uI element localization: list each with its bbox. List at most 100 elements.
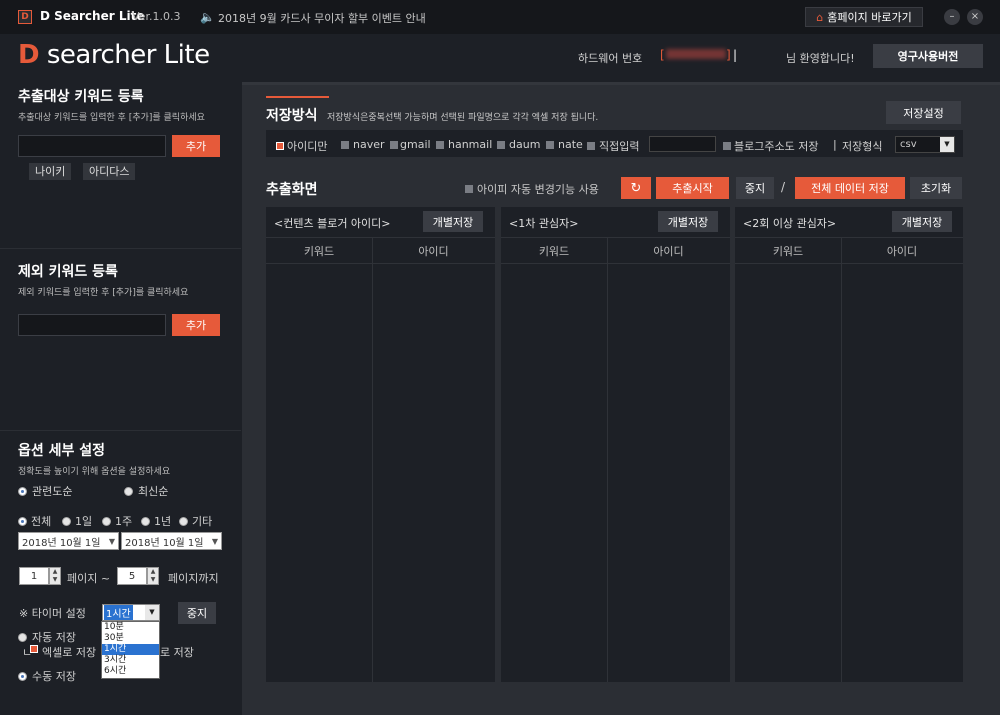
date-to-select[interactable]: 2018년 10월 1일 ▼ — [121, 532, 222, 550]
id-only-checkbox[interactable]: 아이디만 — [276, 138, 327, 154]
app-logo: D searcher Lite — [18, 40, 210, 70]
column-header-keyword: 키워드 — [735, 237, 841, 264]
direct-input-field[interactable] — [649, 136, 716, 152]
page-to-stepper[interactable]: ▲ ▼ — [147, 567, 159, 585]
naver-checkbox[interactable]: naver — [341, 138, 385, 151]
username-value — [738, 49, 780, 63]
page-from-stepper[interactable]: ▲ ▼ — [49, 567, 61, 585]
format-select[interactable]: csv ▼ — [895, 136, 955, 153]
blog-address-checkbox[interactable]: 블로그주소도 저장 — [723, 138, 818, 154]
hardware-number-label: 하드웨어 번호 — [578, 52, 643, 65]
period-1year-radio[interactable]: 1년 — [141, 513, 171, 529]
save-all-button[interactable]: 전체 데이터 저장 — [795, 177, 905, 199]
individual-save-button[interactable]: 개별저장 — [423, 211, 483, 232]
slash-separator: / — [781, 180, 786, 194]
bracket-close: ] — [726, 48, 731, 62]
column-label: <컨텐츠 블로거 아이디> — [274, 217, 391, 230]
timer-option[interactable]: 3시간 — [102, 655, 159, 666]
house-icon: ⌂ — [816, 10, 824, 24]
hardware-number-value — [660, 49, 732, 63]
section-underline — [266, 96, 329, 98]
chevron-down-icon: ▼ — [940, 137, 954, 152]
timer-option[interactable]: 10분 — [102, 622, 159, 633]
gmail-checkbox[interactable]: gmail — [390, 138, 431, 151]
period-1week-radio[interactable]: 1주 — [102, 513, 132, 529]
keyword-add-button[interactable]: 추가 — [172, 135, 220, 157]
sort-latest-radio[interactable]: 최신순 — [124, 483, 168, 499]
direct-input-checkbox[interactable]: 직접입력 — [587, 138, 639, 154]
hanmail-checkbox[interactable]: hanmail — [436, 138, 492, 151]
individual-save-button[interactable]: 개별저장 — [892, 211, 952, 232]
reset-button[interactable]: 초기화 — [910, 177, 962, 199]
refresh-icon: ↻ — [630, 180, 642, 196]
auto-ip-checkbox[interactable] — [465, 183, 473, 196]
chevron-down-icon: ▼ — [108, 536, 116, 546]
keyword-tag[interactable]: 아디다스 — [83, 163, 136, 180]
timer-select[interactable]: 1시간 ▼ — [102, 604, 160, 621]
welcome-text: 님 환영합니다! — [786, 52, 855, 65]
keyword-register-title: 추출대상 키워드 등록 — [18, 89, 144, 105]
page-from-input[interactable]: 1 — [19, 567, 49, 585]
exclude-register-desc: 제외 키워드를 입력한 후 [추가]를 클릭하세요 — [18, 288, 189, 298]
notice-link[interactable]: 2018년 9월 카드사 무이자 할부 이벤트 안내 — [218, 10, 426, 26]
save-settings-button[interactable]: 저장설정 — [886, 101, 961, 124]
timer-stop-button[interactable]: 중지 — [178, 602, 216, 624]
column-label: <2회 이상 관심자> — [743, 217, 837, 230]
main-panel-top — [242, 82, 1000, 85]
exclude-add-button[interactable]: 추가 — [172, 314, 220, 336]
column-blogger-ids: <컨텐츠 블로거 아이디> 개별저장 키워드 아이디 — [266, 207, 495, 682]
timer-option[interactable]: 6시간 — [102, 666, 159, 677]
exclude-register-title: 제외 키워드 등록 — [18, 264, 118, 280]
timer-option[interactable]: 1시간 — [102, 644, 159, 655]
excel-save-tail: 로 저장 — [160, 646, 194, 659]
chevron-down-icon: ▼ — [145, 605, 159, 620]
period-all-radio[interactable]: 전체 — [18, 513, 51, 529]
speaker-icon: 🔈 — [200, 10, 215, 24]
divider — [0, 248, 241, 249]
page-to-input[interactable]: 5 — [117, 567, 147, 585]
period-other-radio[interactable]: 기타 — [179, 513, 212, 529]
manual-save-radio[interactable]: 수동 저장 — [18, 668, 76, 684]
column-first-interest: <1차 관심자> 개별저장 키워드 아이디 — [501, 207, 730, 682]
page-label: 페이지 ~ — [67, 572, 111, 585]
options-title: 옵션 세부 설정 — [18, 443, 106, 459]
options-desc: 정확도를 높이기 위해 옵션을 설정하세요 — [18, 467, 171, 477]
page-to-label: 페이지까지 — [168, 572, 219, 585]
app-version: Ver.1.0.3 — [132, 10, 181, 23]
stop-extract-button[interactable]: 중지 — [736, 177, 774, 199]
close-button[interactable]: × — [967, 9, 983, 25]
app-icon: D — [18, 10, 32, 24]
exclude-input[interactable] — [18, 314, 166, 336]
refresh-button[interactable]: ↻ — [621, 177, 651, 199]
keyword-register-desc: 추출대상 키워드를 입력한 후 [추가]를 클릭하세요 — [18, 113, 205, 123]
individual-save-button[interactable]: 개별저장 — [658, 211, 718, 232]
auto-save-radio[interactable]: 자동 저장 — [18, 629, 76, 645]
format-label: 저장형식 — [842, 140, 883, 153]
timer-dropdown-list[interactable]: 10분 30분 1시간 3시간 6시간 — [101, 621, 160, 679]
minimize-button[interactable]: – — [944, 9, 960, 25]
excel-save-checkbox[interactable] — [30, 645, 38, 653]
auto-ip-label: 아이피 자동 변경기능 사용 — [477, 183, 599, 196]
app-name: D Searcher Lite — [40, 9, 145, 23]
period-1day-radio[interactable]: 1일 — [62, 513, 92, 529]
chevron-down-icon: ▼ — [211, 536, 219, 546]
daum-checkbox[interactable]: daum — [497, 138, 540, 151]
extract-title: 추출화면 — [266, 182, 318, 198]
column-header-id: 아이디 — [841, 237, 963, 264]
column-header-id: 아이디 — [372, 237, 495, 264]
pipe-separator: | — [833, 138, 837, 151]
keyword-input[interactable] — [18, 135, 166, 157]
column-header-id: 아이디 — [607, 237, 730, 264]
timer-option[interactable]: 30분 — [102, 633, 159, 644]
homepage-button[interactable]: ⌂ 홈페이지 바로가기 — [805, 7, 923, 27]
sort-relevance-radio[interactable]: 관련도순 — [18, 483, 72, 499]
license-button[interactable]: 영구사용버전 — [873, 44, 983, 68]
save-method-title: 저장방식 — [266, 108, 318, 124]
column-label: <1차 관심자> — [509, 217, 579, 230]
date-from-select[interactable]: 2018년 10월 1일 ▼ — [18, 532, 119, 550]
timer-label: ※ 타이머 설정 — [19, 607, 86, 620]
nate-checkbox[interactable]: nate — [546, 138, 583, 151]
start-extract-button[interactable]: 추출시작 — [656, 177, 729, 199]
divider — [0, 430, 241, 431]
keyword-tag[interactable]: 나이키 — [29, 163, 72, 180]
